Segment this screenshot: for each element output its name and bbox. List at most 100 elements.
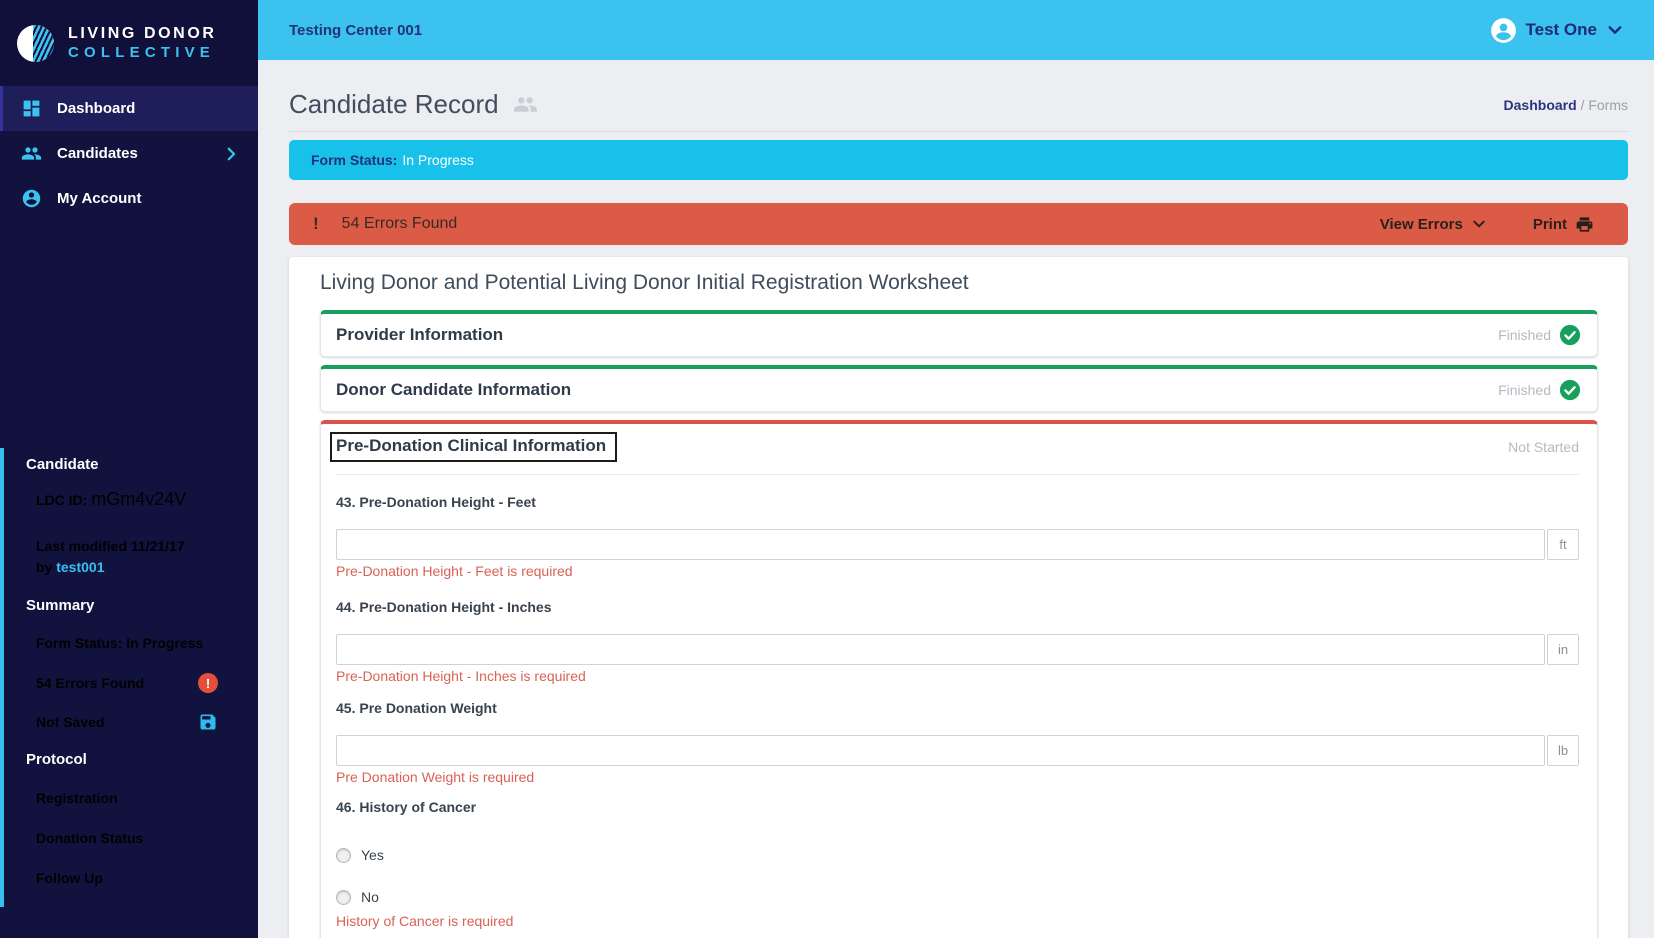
breadcrumb-separator: / — [1580, 96, 1585, 113]
form-status-label: Form Status: — [311, 152, 398, 168]
form-status-banner: Form Status: In Progress — [289, 140, 1628, 180]
validation-error-height-feet: Pre-Donation Height - Feet is required — [336, 563, 573, 579]
worksheet-card: Living Donor and Potential Living Donor … — [289, 257, 1628, 938]
section-pre-donation-clinical: Pre-Donation Clinical Information Not St… — [320, 420, 1598, 938]
check-circle-icon — [1559, 324, 1581, 346]
brand-logo-link[interactable]: LIVING DONOR COLLECTIVE — [0, 0, 258, 86]
exclamation-icon: ! — [313, 214, 319, 233]
radio-option-no[interactable]: No — [336, 887, 1579, 907]
panel-heading-protocol: Protocol — [26, 751, 87, 768]
sidebar-item-candidates[interactable]: Candidates — [0, 131, 258, 176]
sidebar-item-dashboard[interactable]: Dashboard — [0, 86, 258, 131]
breadcrumb-dashboard-link[interactable]: Dashboard — [1504, 97, 1577, 113]
panel-not-saved-label: Not Saved — [36, 714, 105, 730]
chevron-down-icon — [1608, 26, 1622, 34]
section-title-focused: Pre-Donation Clinical Information — [330, 432, 618, 462]
people-icon — [21, 147, 42, 160]
panel-errors-label: 54 Errors Found — [36, 675, 145, 691]
chevron-down-icon — [1473, 220, 1485, 228]
last-modified-by: by test001 — [36, 559, 105, 575]
form-status-value: In Progress — [402, 152, 474, 168]
page-header: Candidate Record Dashboard / Forms — [289, 82, 1628, 127]
user-name-label: Test One — [1525, 20, 1597, 39]
panel-heading-candidate: Candidate — [26, 456, 99, 473]
breadcrumb: Dashboard / Forms — [1504, 97, 1628, 113]
brand-line2: COLLECTIVE — [68, 43, 216, 61]
radio-button-icon[interactable] — [336, 889, 351, 905]
weight-input[interactable] — [336, 735, 1545, 766]
sidebar: LIVING DONOR COLLECTIVE Dashboard Candid… — [0, 0, 258, 938]
field-label-height-feet: 43. Pre-Donation Height - Feet — [336, 494, 536, 510]
error-summary-banner: ! 54 Errors Found View Errors Print — [289, 203, 1628, 245]
main-column: Testing Center 001 Test One Candidate Re… — [258, 0, 1654, 938]
section-title: Donor Candidate Information — [336, 380, 572, 399]
section-title: Provider Information — [336, 325, 504, 344]
panel-heading-summary: Summary — [26, 597, 95, 614]
people-icon — [513, 97, 537, 112]
dashboard-grid-icon — [23, 100, 40, 117]
last-modified-date: Last modified 11/21/17 — [36, 538, 185, 554]
user-menu[interactable]: Test One — [1490, 17, 1624, 44]
user-avatar-icon — [1490, 17, 1516, 43]
section-status-label: Not Started — [1508, 439, 1579, 455]
validation-error-weight: Pre Donation Weight is required — [336, 769, 535, 785]
validation-error-history-of-cancer: History of Cancer is required — [336, 913, 514, 929]
section-status-label: Finished — [1498, 382, 1551, 398]
section-status-label: Finished — [1498, 327, 1551, 343]
check-circle-icon — [1559, 379, 1581, 401]
field-label-height-inches: 44. Pre-Donation Height - Inches — [336, 599, 552, 615]
height-inches-input[interactable] — [336, 634, 1545, 665]
breadcrumb-current: Forms — [1588, 96, 1628, 113]
section-provider-information[interactable]: Provider Information Finished — [320, 310, 1598, 357]
radio-label: No — [361, 889, 379, 905]
header-divider — [289, 131, 1628, 132]
ldc-id-label: LDC ID: — [36, 492, 88, 508]
brand-logo-icon — [17, 24, 54, 62]
print-button[interactable]: Print — [1533, 215, 1594, 234]
printer-icon — [1576, 216, 1593, 232]
validation-error-height-inches: Pre-Donation Height - Inches is required — [336, 668, 586, 684]
save-floppy-icon — [200, 714, 216, 730]
height-feet-input[interactable] — [336, 529, 1545, 560]
error-badge-icon: ! — [198, 673, 218, 693]
page-title: Candidate Record — [289, 89, 499, 119]
unit-suffix-in: in — [1547, 634, 1579, 665]
sidebar-item-donation-status[interactable]: Donation Status — [36, 830, 143, 846]
radio-option-yes[interactable]: Yes — [336, 845, 1579, 865]
section-header[interactable]: Pre-Donation Clinical Information Not St… — [330, 432, 1579, 462]
chevron-right-icon — [227, 147, 236, 160]
sidebar-item-label: Candidates — [57, 145, 138, 162]
panel-not-saved-row: Not Saved — [36, 712, 218, 732]
unit-suffix-ft: ft — [1547, 529, 1579, 560]
field-label-weight: 45. Pre Donation Weight — [336, 700, 497, 716]
worksheet-title: Living Donor and Potential Living Donor … — [320, 271, 969, 294]
sidebar-item-label: Dashboard — [57, 100, 136, 117]
sidebar-item-my-account[interactable]: My Account — [0, 176, 258, 221]
radio-label: Yes — [361, 847, 384, 863]
field-label-history-of-cancer: 46. History of Cancer — [336, 799, 477, 815]
error-count-text: 54 Errors Found — [341, 215, 458, 232]
by-prefix: by — [36, 559, 53, 575]
form-fields: 43. Pre-Donation Height - Feet ft Pre-Do… — [336, 475, 1579, 929]
sidebar-item-registration[interactable]: Registration — [36, 790, 118, 806]
sidebar-item-follow-up[interactable]: Follow Up — [36, 870, 103, 886]
candidate-summary-panel: Candidate LDC ID: mGm4v24V Last modified… — [0, 448, 258, 907]
radio-button-icon[interactable] — [336, 847, 351, 863]
content-area: Candidate Record Dashboard / Forms Form … — [258, 60, 1654, 938]
view-errors-label: View Errors — [1379, 215, 1463, 233]
section-donor-candidate-information[interactable]: Donor Candidate Information Finished — [320, 365, 1598, 412]
brand-line1: LIVING DONOR — [68, 24, 217, 42]
topbar: Testing Center 001 Test One — [258, 0, 1654, 60]
brand-text: LIVING DONOR COLLECTIVE — [68, 24, 217, 63]
panel-form-status: Form Status: In Progress — [36, 635, 204, 651]
print-label: Print — [1532, 215, 1567, 233]
ldc-id-value: mGm4v24V — [91, 489, 187, 509]
ldc-id-row: LDC ID: mGm4v24V — [36, 489, 186, 510]
unit-suffix-lb: lb — [1547, 735, 1579, 766]
modified-by-user-link[interactable]: test001 — [56, 559, 104, 575]
view-errors-button[interactable]: View Errors — [1380, 216, 1487, 233]
panel-errors-row: 54 Errors Found ! — [36, 673, 218, 693]
person-circle-icon — [22, 189, 41, 208]
center-name-label: Testing Center 001 — [289, 21, 423, 39]
app-window: LIVING DONOR COLLECTIVE Dashboard Candid… — [0, 0, 1654, 938]
